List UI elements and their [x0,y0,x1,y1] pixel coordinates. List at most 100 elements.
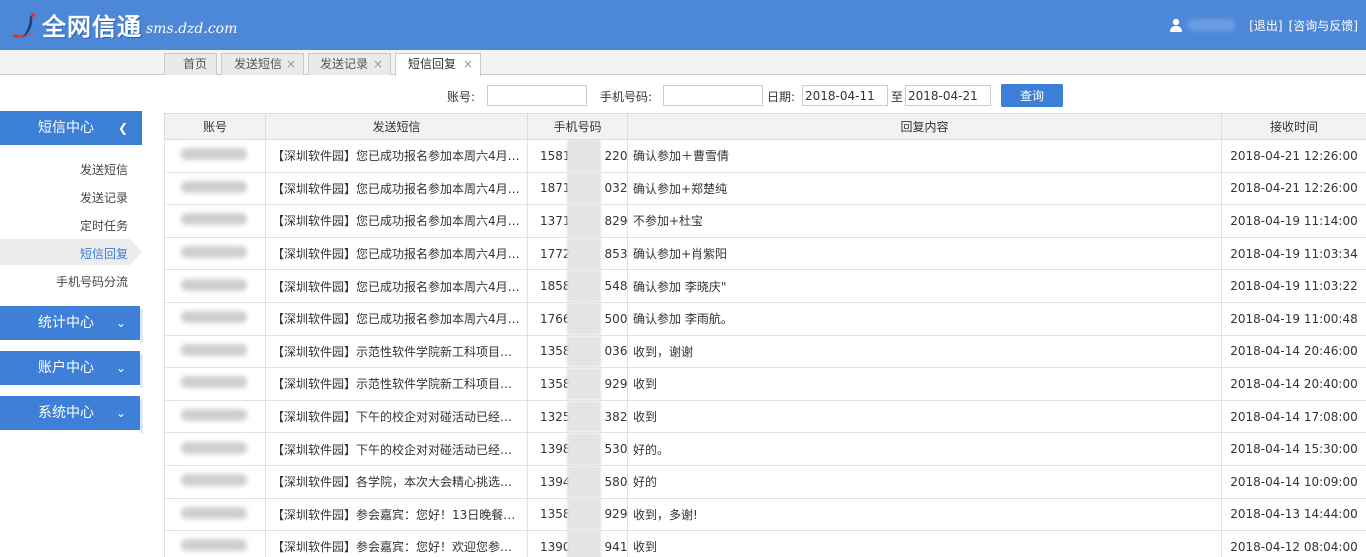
table-row[interactable]: 【深圳软件园】您已成功报名参加本周六4月… 1371 829 不参加+杜宝 2018-0… [164,204,1366,238]
sidebar-system-center[interactable]: 系统中心 ⌄ [0,396,143,433]
phone-redaction [567,205,601,237]
sidebar-item-send-records[interactable]: 发送记录 [80,189,128,206]
tab-bar: 首页 发送短信 × 发送记录 × 短信回复 × [0,50,1366,76]
time-cell: 2018-04-21 12:26:00 [1221,139,1366,173]
sidebar-stats-center[interactable]: 统计中心 ⌄ [0,306,143,343]
phone-redaction [567,433,601,465]
phone-prefix: 1394 [540,474,571,489]
column-header-account[interactable]: 账号 [164,113,266,140]
time-cell: 2018-04-14 10:09:00 [1221,464,1366,499]
chevron-down-icon: ⌄ [115,406,126,420]
tab-label: 发送记录 [320,57,369,71]
phone-suffix: 829 [604,213,628,228]
table-row[interactable]: 【深圳软件园】您已成功报名参加本周六4月… 1766 500 确认参加 李雨航。 201… [164,301,1366,336]
reply-table-container: 账号 发送短信 手机号码 回复内容 接收时间 【深圳软件园】您已成功报名参加本周… [164,113,1366,557]
table-row[interactable]: 【深圳软件园】参会嘉宾：您好！欢迎您参… 1390 941 收到 2018-04-12 … [164,530,1366,557]
message-cell: 【深圳软件园】示范性软件学院新工科项目… [265,367,528,401]
phone-suffix: 530 [604,442,628,457]
reply-cell: 收到 [627,367,1222,401]
table-row[interactable]: 【深圳软件园】示范性软件学院新工科项目… 1358 929 收到 2018-04-14 … [164,367,1366,401]
phone-cell: 1398 530 [527,432,628,466]
date-to-input[interactable] [905,85,991,106]
column-header-message[interactable]: 发送短信 [265,113,528,140]
logout-link[interactable]: [退出] [1249,17,1282,34]
phone-cell: 1394 580 [527,464,628,499]
message-cell: 【深圳软件园】下午的校企对对碰活动已经… [265,432,528,466]
account-cell [164,334,266,369]
account-redacted [181,474,247,487]
sidebar-item-phone-split[interactable]: 手机号码分流 [56,273,128,290]
message-cell: 【深圳软件园】下午的校企对对碰活动已经… [265,399,528,434]
phone-prefix: 1581 [540,148,571,163]
tab-close-icon[interactable]: × [373,54,383,75]
phone-prefix: 1871 [540,181,571,196]
tab-label: 发送短信 [234,57,283,71]
column-header-reply[interactable]: 回复内容 [627,113,1222,140]
phone-cell: 1371 829 [527,204,628,238]
sidebar-item-sms-reply[interactable]: 短信回复 [80,245,128,262]
date-from-input[interactable] [802,85,888,106]
phone-prefix: 1858 [540,279,571,294]
table-row[interactable]: 【深圳软件园】示范性软件学院新工科项目… 1358 036 收到，谢谢 2018-04-… [164,334,1366,369]
phone-suffix: 032 [604,181,628,196]
reply-cell: 收到，多谢! [627,497,1222,532]
account-label: 账号: [447,90,476,104]
phone-cell: 1858 548 [527,269,628,303]
account-redacted [181,180,247,193]
table-row[interactable]: 【深圳软件园】您已成功报名参加本周六4月… 1871 032 确认参加+郑楚纯 2018… [164,171,1366,206]
account-cell [164,399,266,434]
table-row[interactable]: 【深圳软件园】您已成功报名参加本周六4月… 1772 853 确认参加+肖紫阳 2018… [164,236,1366,271]
reply-table: 账号 发送短信 手机号码 回复内容 接收时间 【深圳软件园】您已成功报名参加本周… [164,113,1366,557]
sidebar-item-send-sms[interactable]: 发送短信 [80,161,128,178]
table-row[interactable]: 【深圳软件园】下午的校企对对碰活动已经… 1398 530 好的。 2018-04-14… [164,432,1366,466]
message-cell: 【深圳软件园】您已成功报名参加本周六4月… [265,171,528,206]
phone-redaction [567,238,601,269]
account-redacted [181,246,247,259]
phone-prefix: 1358 [540,507,571,522]
tab-send-records[interactable]: 发送记录 × [308,53,391,75]
reply-cell: 确认参加+郑楚纯 [627,171,1222,206]
message-cell: 【深圳软件园】示范性软件学院新工科项目… [265,334,528,369]
sidebar-sms-center[interactable]: 短信中心 ❮ [0,111,142,145]
table-row[interactable]: 【深圳软件园】下午的校企对对碰活动已经… 1325 382 收到 2018-04-14 … [164,399,1366,434]
query-button[interactable]: 查询 [1001,84,1063,107]
tab-label: 首页 [183,57,208,71]
time-cell: 2018-04-14 17:08:00 [1221,399,1366,434]
phone-suffix: 382 [604,409,628,424]
phone-label: 手机号码: [600,90,653,104]
date-to-label: 至 [891,90,904,104]
time-cell: 2018-04-13 14:44:00 [1221,497,1366,532]
tab-close-icon[interactable]: × [286,54,296,75]
time-cell: 2018-04-14 20:40:00 [1221,367,1366,401]
table-row[interactable]: 【深圳软件园】参会嘉宾：您好！13日晚餐… 1358 929 收到，多谢! 2018-0… [164,497,1366,532]
tab-home[interactable]: 首页 [164,53,217,75]
tab-send-sms[interactable]: 发送短信 × [221,53,304,75]
tab-close-icon[interactable]: × [463,54,473,75]
table-body: 【深圳软件园】您已成功报名参加本周六4月… 1581 220 确认参加＋曹雪倩 2018… [164,139,1366,557]
user-icon [1170,18,1183,32]
table-row[interactable]: 【深圳软件园】您已成功报名参加本周六4月… 1581 220 确认参加＋曹雪倩 2018… [164,139,1366,173]
phone-prefix: 1325 [540,409,571,424]
date-label: 日期: [767,90,796,104]
logo[interactable]: 全网信通 sms.dzd.com [10,8,237,42]
account-input[interactable] [487,85,587,106]
sidebar-account-center[interactable]: 账户中心 ⌄ [0,351,143,388]
sidebar-item-scheduled-tasks[interactable]: 定时任务 [80,217,128,234]
sidebar-section-label: 系统中心 [38,405,94,421]
phone-prefix: 1358 [540,376,571,391]
phone-input[interactable] [663,85,763,106]
table-row[interactable]: 【深圳软件园】各学院，本次大会精心挑选… 1394 580 好的 2018-04-14 … [164,464,1366,499]
phone-redaction [567,401,601,432]
account-redacted [181,376,247,389]
phone-suffix: 929 [604,507,628,522]
header-user-area: [退出] [咨询与反馈] [1169,0,1358,50]
tab-sms-reply[interactable]: 短信回复 × [395,53,481,76]
account-redacted [181,278,247,291]
table-row[interactable]: 【深圳软件园】您已成功报名参加本周六4月… 1858 548 确认参加 李晓庆" 201… [164,269,1366,303]
account-cell [164,301,266,336]
reply-cell: 确认参加 李晓庆" [627,269,1222,303]
column-header-time[interactable]: 接收时间 [1221,113,1366,140]
table-header-row: 账号 发送短信 手机号码 回复内容 接收时间 [164,113,1366,140]
feedback-link[interactable]: [咨询与反馈] [1289,17,1358,34]
column-header-phone[interactable]: 手机号码 [527,113,628,140]
